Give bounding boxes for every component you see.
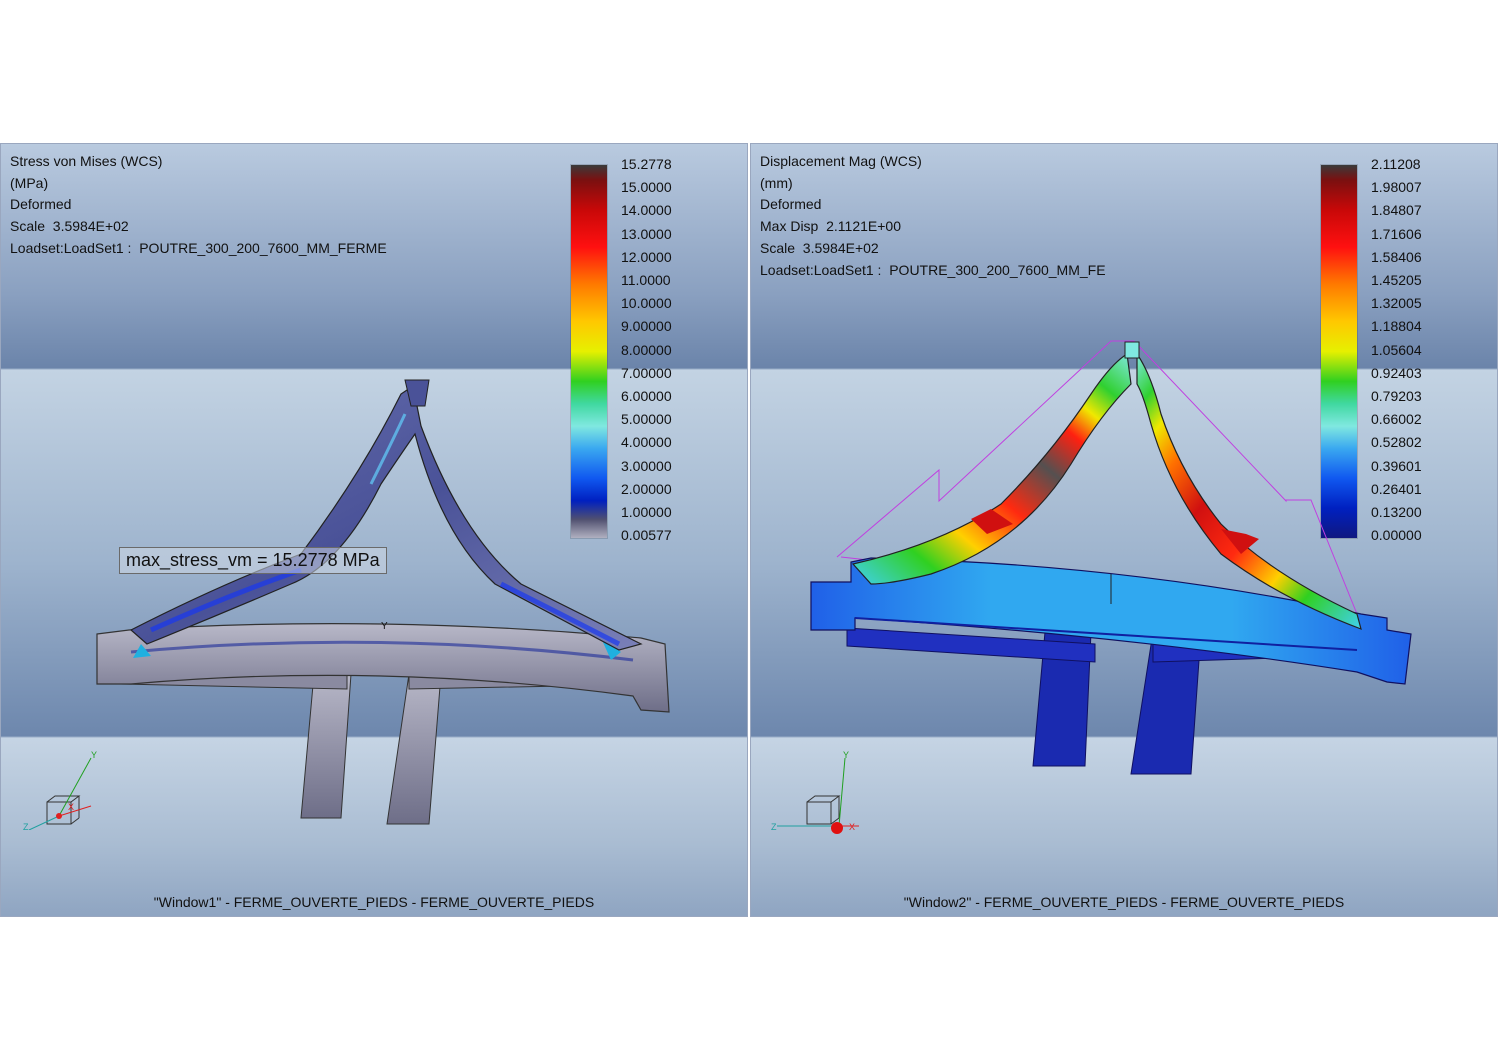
- viewport-window1[interactable]: Stress von Mises (WCS) (MPa) Deformed Sc…: [0, 143, 748, 917]
- viewport-window2[interactable]: Displacement Mag (WCS) (mm) Deformed Max…: [750, 143, 1498, 917]
- triad-x-label: X: [68, 802, 74, 812]
- triad-z-label: Z: [23, 822, 29, 830]
- triad-y-label: Y: [91, 750, 97, 760]
- coordinate-triad-window2: X Y Z: [771, 750, 859, 834]
- max-stress-annotation[interactable]: max_stress_vm = 15.2778 MPa: [119, 547, 387, 574]
- upper-chords: [129, 379, 643, 651]
- triad-x-label: X: [849, 822, 855, 832]
- window-title-footer: "Window1" - FERME_OUVERTE_PIEDS - FERME_…: [153, 894, 595, 910]
- window-title-footer: "Window2" - FERME_OUVERTE_PIEDS - FERME_…: [903, 894, 1345, 910]
- triad-z-label: Z: [771, 822, 777, 832]
- coordinate-triad-window1: X Y Z: [23, 750, 97, 830]
- stress-model-view[interactable]: Y: [1, 144, 748, 917]
- bottom-chord: Y: [96, 621, 670, 713]
- node-label: Y: [381, 621, 388, 632]
- triad-y-label: Y: [843, 750, 849, 760]
